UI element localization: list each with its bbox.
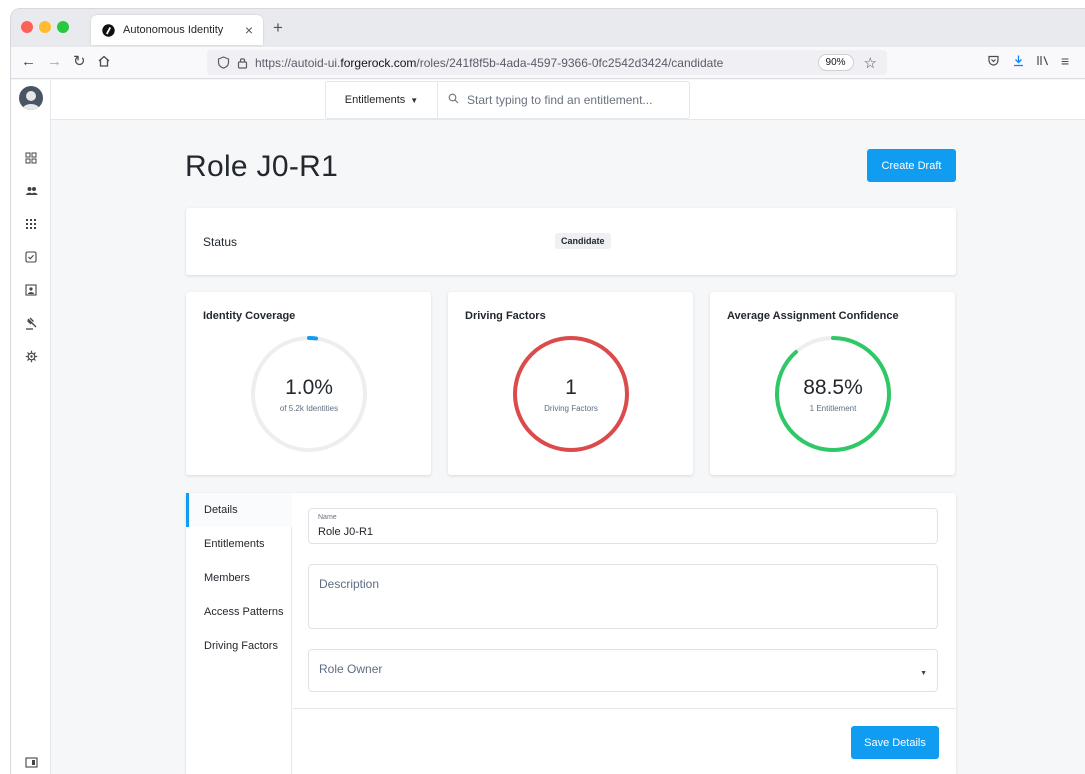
metric-subtitle: 1 Entitlement bbox=[809, 403, 857, 413]
details-tab-list: Details Entitlements Members Access Patt… bbox=[186, 493, 292, 774]
browser-window: Autonomous Identity × + ← → ↻ https://au… bbox=[10, 8, 1085, 774]
tab-driving-factors[interactable]: Driving Factors bbox=[186, 629, 292, 663]
ring-label: 88.5% 1 Entitlement bbox=[773, 334, 893, 454]
checkbox-icon[interactable] bbox=[23, 249, 39, 265]
ring-label: 1.0% of 5.2k Identities bbox=[249, 334, 369, 454]
role-owner-placeholder: Role Owner bbox=[319, 662, 383, 676]
metric-subtitle: of 5.2k Identities bbox=[279, 403, 339, 413]
browser-tab[interactable]: Autonomous Identity × bbox=[91, 15, 263, 45]
left-sidebar bbox=[11, 80, 51, 774]
name-field-value: Role J0-R1 bbox=[318, 526, 374, 538]
url-bar[interactable]: https://autoid-ui.forgerock.com/roles/24… bbox=[207, 50, 887, 75]
search-placeholder: Start typing to find an entitlement... bbox=[467, 93, 653, 107]
home-icon[interactable] bbox=[97, 54, 111, 71]
apps-grid-icon[interactable] bbox=[23, 216, 39, 232]
metric-title: Driving Factors bbox=[465, 310, 546, 322]
menu-icon[interactable]: ≡ bbox=[1061, 54, 1069, 68]
url-path: /roles/241f8f5b-4ada-4597-9366-0fc2542d3… bbox=[416, 55, 724, 70]
new-tab-button[interactable]: + bbox=[273, 19, 283, 36]
metric-value: 88.5% bbox=[803, 375, 863, 399]
tab-access-patterns[interactable]: Access Patterns bbox=[186, 595, 292, 629]
ring-label: 1 Driving Factors bbox=[511, 334, 631, 454]
minimize-window-button[interactable] bbox=[39, 21, 51, 33]
page-title: Role J0-R1 bbox=[185, 150, 339, 183]
id-card-icon[interactable] bbox=[23, 282, 39, 298]
zoom-window-button[interactable] bbox=[57, 21, 69, 33]
avatar[interactable] bbox=[19, 86, 43, 110]
settings-gear-icon[interactable] bbox=[23, 348, 39, 364]
metric-title: Identity Coverage bbox=[203, 310, 296, 322]
status-card: Status Candidate bbox=[186, 208, 956, 275]
status-badge: Candidate bbox=[555, 233, 611, 249]
shield-icon[interactable] bbox=[217, 56, 230, 69]
users-icon[interactable] bbox=[23, 183, 39, 199]
status-label: Status bbox=[203, 235, 238, 249]
search-type-dropdown[interactable]: Entitlements ▼ bbox=[326, 82, 438, 118]
downloads-icon[interactable] bbox=[1012, 54, 1025, 69]
tab-close-icon[interactable]: × bbox=[245, 23, 253, 37]
tab-details[interactable]: Details bbox=[186, 493, 292, 527]
close-window-button[interactable] bbox=[21, 21, 33, 33]
name-field-label: Name bbox=[318, 514, 337, 521]
search-input[interactable]: Start typing to find an entitlement... bbox=[438, 82, 689, 118]
collapse-sidebar-icon[interactable] bbox=[23, 754, 39, 770]
divider bbox=[293, 708, 956, 709]
assignment-confidence-card: Average Assignment Confidence 88.5% 1 En… bbox=[710, 292, 955, 475]
search-icon bbox=[448, 93, 459, 107]
reload-icon[interactable]: ↻ bbox=[73, 54, 86, 69]
metric-subtitle: Driving Factors bbox=[544, 403, 598, 413]
metric-title: Average Assignment Confidence bbox=[727, 310, 899, 322]
app-topbar: Entitlements ▼ Start typing to find an e… bbox=[51, 80, 1085, 120]
back-arrow-icon[interactable]: ← bbox=[21, 54, 36, 69]
tab-members[interactable]: Members bbox=[186, 561, 292, 595]
main-content: Role J0-R1 Create Draft Status Candidate… bbox=[51, 120, 1085, 774]
driving-factors-card: Driving Factors 1 Driving Factors bbox=[448, 292, 693, 475]
tab-entitlements[interactable]: Entitlements bbox=[186, 527, 292, 561]
app-root: Entitlements ▼ Start typing to find an e… bbox=[11, 80, 1085, 774]
gavel-icon[interactable] bbox=[23, 315, 39, 331]
url-prefix: https://autoid-ui. bbox=[255, 55, 341, 70]
description-field[interactable]: Description bbox=[308, 564, 938, 629]
name-field[interactable]: Name Role J0-R1 bbox=[308, 508, 938, 544]
create-draft-button[interactable]: Create Draft bbox=[867, 149, 956, 182]
role-owner-select[interactable]: Role Owner ▼ bbox=[308, 649, 938, 692]
navigation-bar: ← → ↻ https://autoid-ui.forgerock.com/ro… bbox=[11, 47, 1085, 79]
forgerock-icon bbox=[101, 23, 115, 37]
title-bar: Autonomous Identity × + bbox=[11, 9, 1085, 47]
description-placeholder: Description bbox=[319, 577, 380, 591]
role-details-card: Details Entitlements Members Access Patt… bbox=[186, 493, 956, 774]
save-details-button[interactable]: Save Details bbox=[851, 726, 939, 759]
lock-icon[interactable] bbox=[236, 56, 249, 69]
search-type-label: Entitlements bbox=[344, 94, 406, 106]
metric-value: 1.0% bbox=[285, 375, 333, 399]
caret-down-icon: ▼ bbox=[410, 95, 419, 105]
pocket-icon[interactable] bbox=[987, 54, 1000, 69]
url-text[interactable]: https://autoid-ui.forgerock.com/roles/24… bbox=[255, 56, 818, 70]
forward-arrow-icon[interactable]: → bbox=[47, 54, 62, 69]
zoom-level[interactable]: 90% bbox=[817, 54, 854, 71]
metric-value: 1 bbox=[565, 375, 577, 399]
entitlement-search: Entitlements ▼ Start typing to find an e… bbox=[325, 81, 690, 119]
tab-title: Autonomous Identity bbox=[123, 24, 224, 36]
library-icon[interactable] bbox=[1036, 54, 1050, 69]
dashboard-icon[interactable] bbox=[23, 150, 39, 166]
bookmark-star-icon[interactable]: ☆ bbox=[864, 54, 877, 72]
caret-down-icon: ▼ bbox=[920, 670, 927, 677]
url-host: forgerock.com bbox=[340, 55, 417, 70]
identity-coverage-card: Identity Coverage 1.0% of 5.2k Identitie… bbox=[186, 292, 431, 475]
